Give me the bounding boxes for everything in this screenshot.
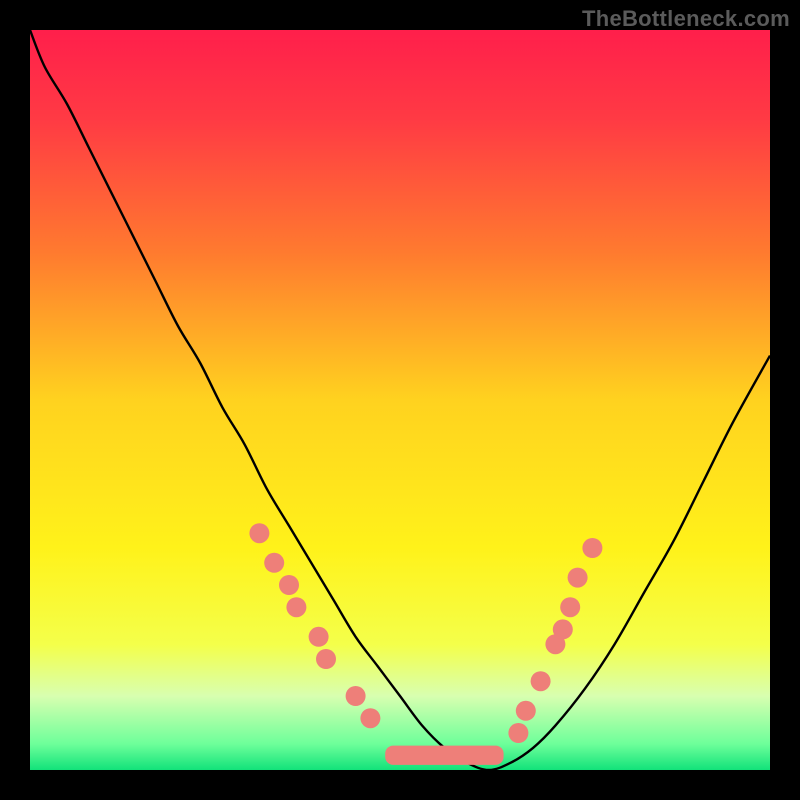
scatter-point <box>279 575 299 595</box>
scatter-point <box>346 686 366 706</box>
scatter-point <box>582 538 602 558</box>
valley-connector-bar <box>385 746 503 765</box>
watermark-text: TheBottleneck.com <box>582 6 790 32</box>
scatter-point <box>560 597 580 617</box>
chart-canvas <box>30 30 770 770</box>
scatter-point <box>264 553 284 573</box>
scatter-point <box>568 568 588 588</box>
scatter-point <box>316 649 336 669</box>
scatter-point <box>286 597 306 617</box>
scatter-point <box>249 523 269 543</box>
scatter-point <box>553 619 573 639</box>
scatter-point <box>309 627 329 647</box>
scatter-point <box>516 701 536 721</box>
scatter-point <box>360 708 380 728</box>
scatter-point <box>508 723 528 743</box>
chart-stage: TheBottleneck.com <box>0 0 800 800</box>
scatter-point <box>531 671 551 691</box>
gradient-background <box>30 30 770 770</box>
